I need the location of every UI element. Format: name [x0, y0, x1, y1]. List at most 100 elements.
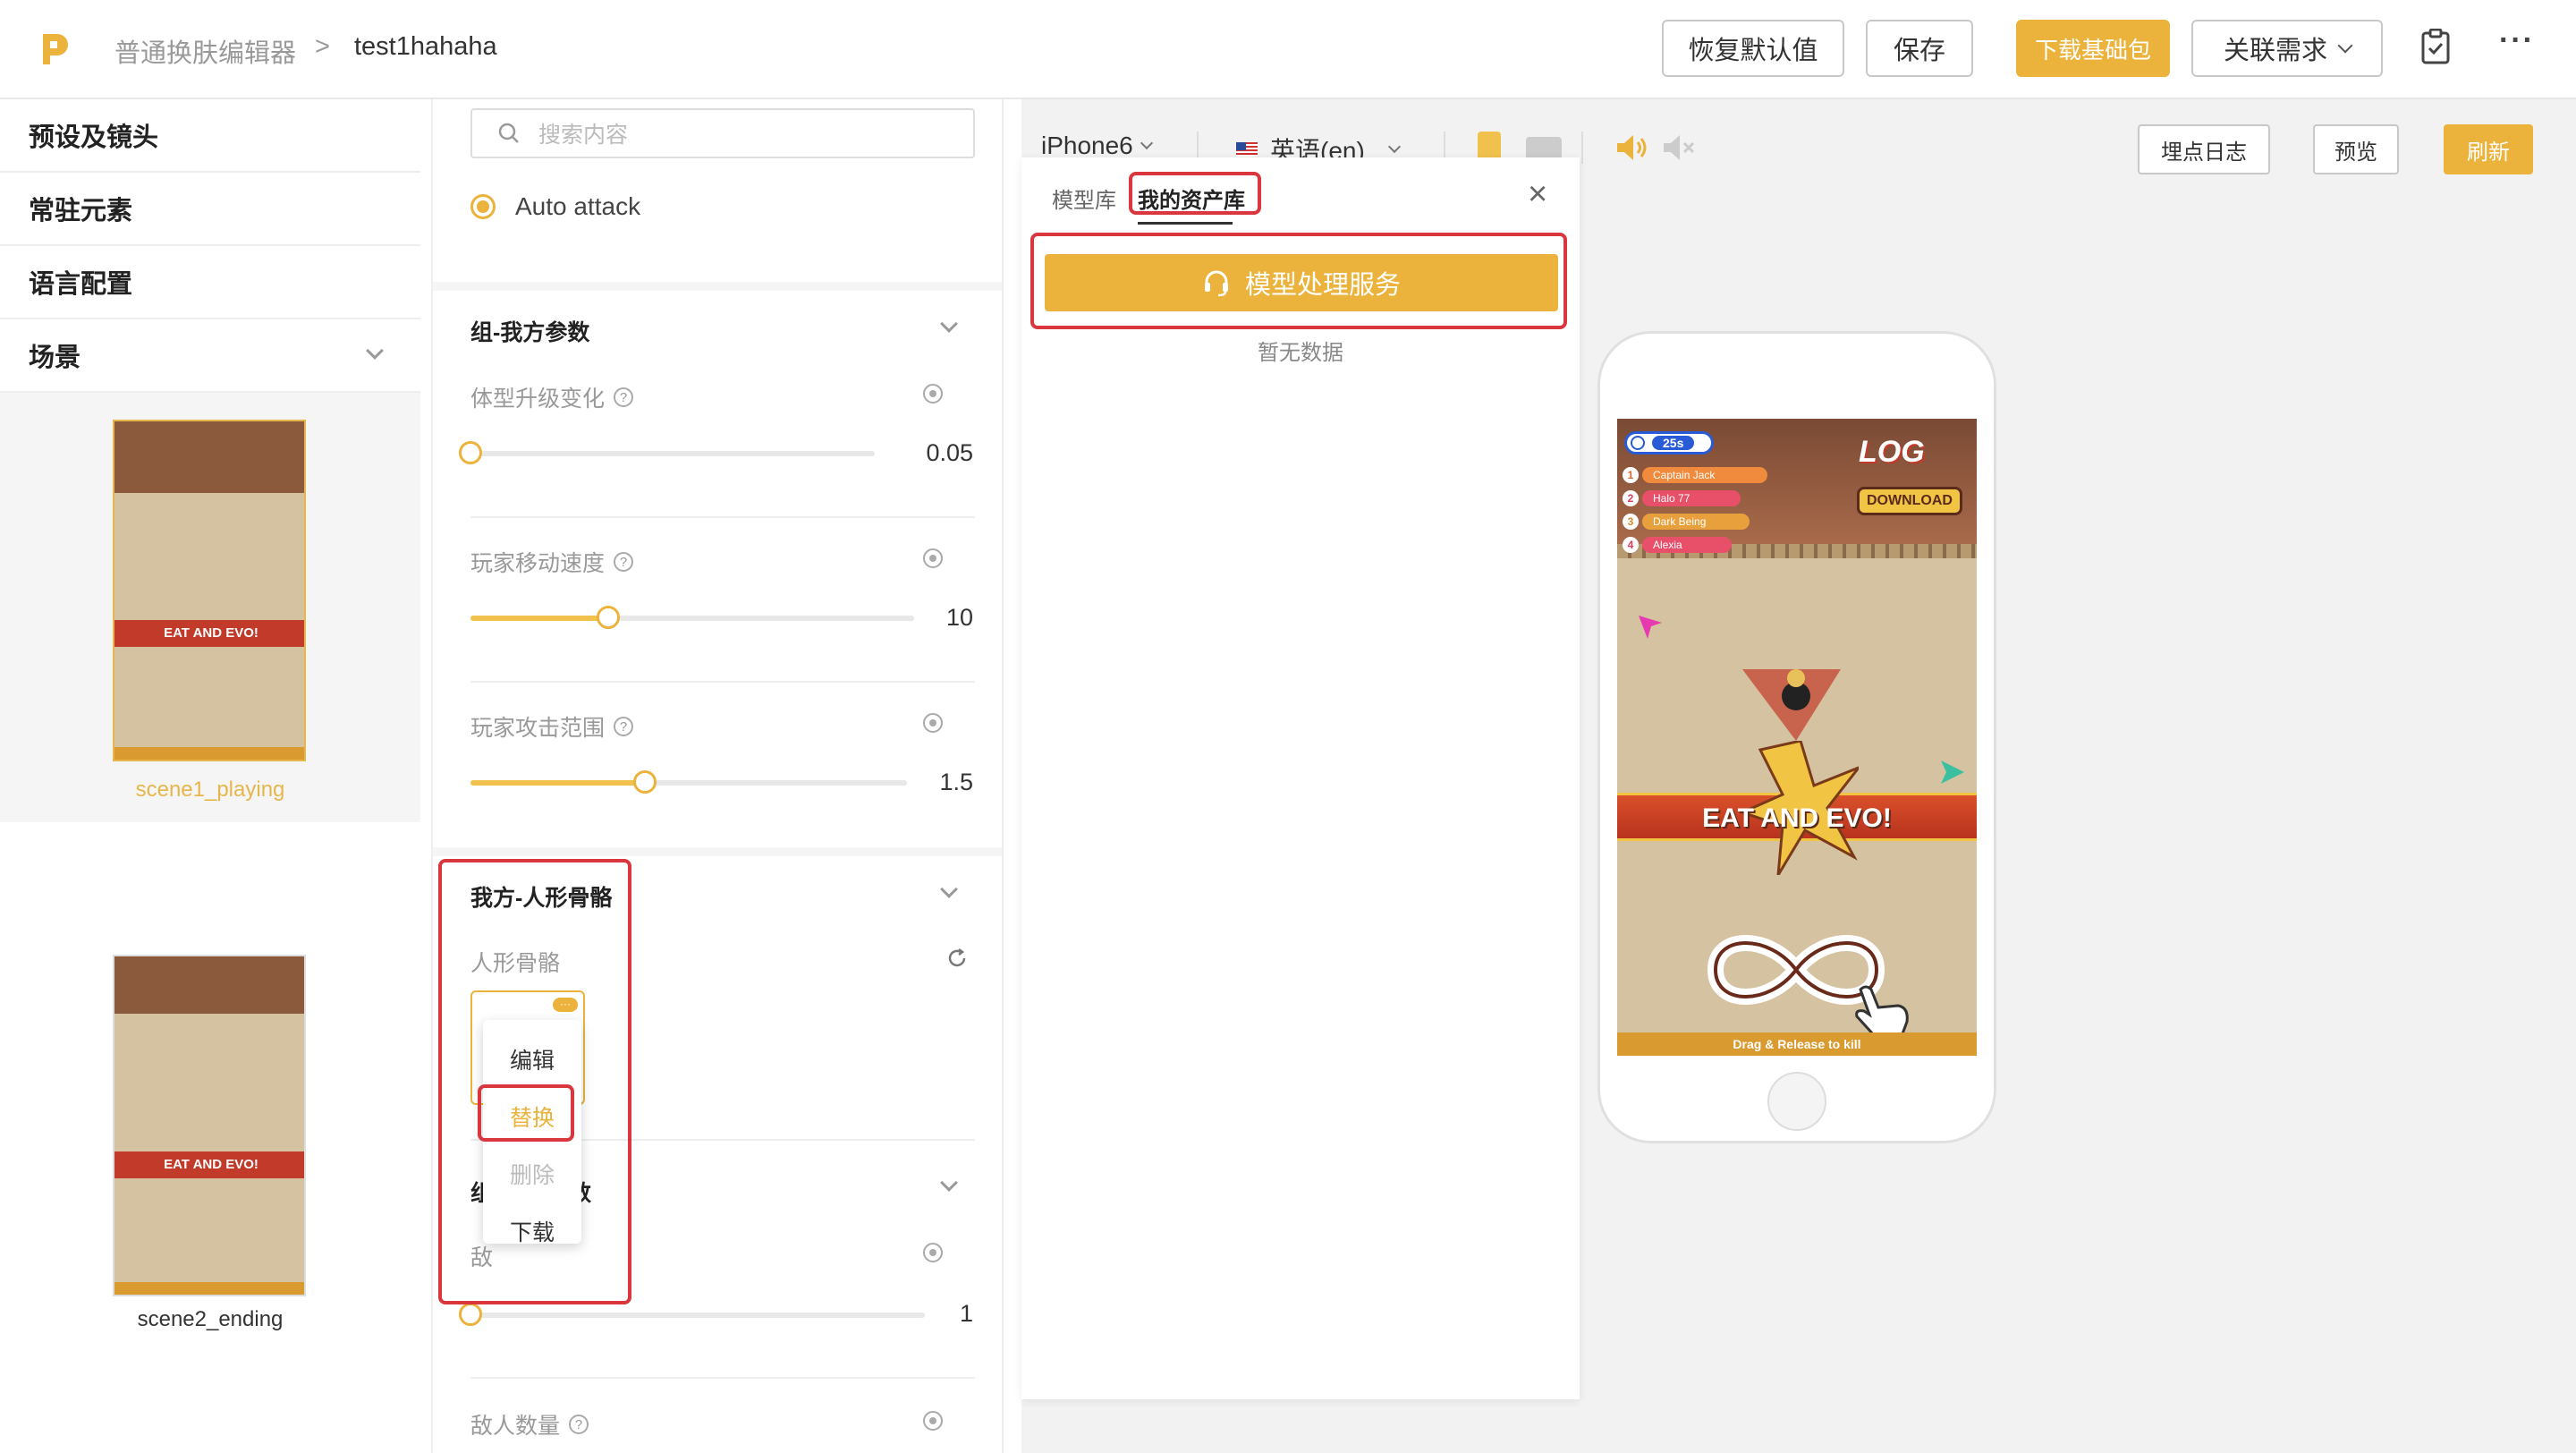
- scene-label: scene2_ending: [137, 1307, 284, 1331]
- auto-attack-radio[interactable]: Auto attack: [470, 192, 640, 221]
- radio-icon: [470, 194, 496, 219]
- slider-handle[interactable]: [596, 606, 620, 629]
- scene-thumbnail: EAT AND EVO!: [113, 420, 306, 761]
- breadcrumb-current: test1hahaha: [354, 32, 497, 61]
- param-value: 10: [945, 604, 973, 631]
- sound-on-icon[interactable]: [1615, 133, 1651, 162]
- search-input[interactable]: 搜索内容: [470, 108, 975, 158]
- device-label: iPhone6: [1041, 132, 1133, 159]
- timer-text: 25s: [1652, 436, 1695, 450]
- leaderboard-entry: Dark Being: [1642, 514, 1750, 530]
- visibility-icon[interactable]: [923, 548, 943, 568]
- slider-body-scale[interactable]: [459, 441, 875, 464]
- visibility-icon[interactable]: [923, 1243, 943, 1262]
- slider-fill: [470, 780, 646, 786]
- highlight-box: [1030, 233, 1567, 329]
- refresh-icon[interactable]: [946, 947, 968, 969]
- download-base-button[interactable]: 下载基础包: [2016, 20, 2170, 77]
- chevron-down-icon[interactable]: [940, 880, 958, 898]
- leaderboard-entry: Captain Jack: [1642, 467, 1767, 483]
- empty-state-text: 暂无数据: [1258, 341, 1343, 365]
- preview-button[interactable]: 预览: [2313, 124, 2399, 174]
- param-value: 0.05: [926, 439, 973, 466]
- player-character-icon: [1742, 669, 1841, 741]
- param-label: 玩家移动速度?: [470, 546, 634, 578]
- help-icon[interactable]: ?: [614, 717, 634, 736]
- param-label: 体型升级变化?: [470, 381, 634, 413]
- scene-label: scene1_playing: [135, 777, 285, 802]
- breadcrumb-root[interactable]: 普通换肤编辑器: [114, 32, 296, 70]
- help-icon[interactable]: ?: [569, 1415, 589, 1434]
- group-title-my-params: 组-我方参数: [470, 320, 590, 345]
- timer-badge: 25s: [1624, 431, 1714, 455]
- tab-model-library[interactable]: 模型库: [1052, 183, 1116, 214]
- left-sidebar: 预设及镜头 常驻元素 语言配置 场景 EAT AND EVO! scene1_p…: [0, 99, 420, 1453]
- radio-label: Auto attack: [515, 192, 641, 220]
- reset-default-button[interactable]: 恢复默认值: [1662, 20, 1844, 77]
- close-icon[interactable]: ×: [1528, 175, 1547, 214]
- scene-card-ending[interactable]: EAT AND EVO! scene2_ending: [0, 822, 420, 1359]
- refresh-button[interactable]: 刷新: [2444, 124, 2533, 174]
- help-icon[interactable]: ?: [614, 552, 634, 572]
- help-icon[interactable]: ?: [614, 387, 634, 407]
- slider-attack-range[interactable]: [470, 770, 907, 794]
- slider-handle[interactable]: [459, 441, 482, 464]
- device-select[interactable]: iPhone6: [1041, 132, 1153, 160]
- us-flag-icon: [1236, 142, 1258, 157]
- refresh-label: 刷新: [2467, 140, 2510, 165]
- slider-handle[interactable]: [633, 770, 657, 794]
- home-button[interactable]: [1767, 1072, 1826, 1131]
- leaderboard-entry: Halo 77: [1642, 490, 1741, 506]
- sidebar-item-language[interactable]: 语言配置: [0, 246, 420, 319]
- leaderboard: 1 Captain Jack 2 Halo 77 3 Dark Being 4 Alex…: [1623, 463, 1767, 557]
- chevron-down-icon: [366, 342, 384, 360]
- slider-handle[interactable]: [459, 1303, 482, 1326]
- thumbnail-banner: EAT AND EVO!: [114, 620, 304, 647]
- visibility-icon[interactable]: [923, 1411, 943, 1431]
- chevron-down-icon[interactable]: [940, 315, 958, 333]
- sidebar-item-label: 预设及镜头: [29, 123, 159, 152]
- game-logo: LOG: [1859, 435, 1925, 469]
- highlight-box: [438, 859, 631, 1304]
- game-footer-text: Drag & Release to kill: [1617, 1032, 1977, 1056]
- param-label: 敌人数量?: [470, 1408, 589, 1440]
- param-label: 玩家攻击范围?: [470, 710, 634, 743]
- top-bar: 普通换肤编辑器 > test1hahaha 恢复默认值 保存 下载基础包 关联需…: [0, 0, 2576, 99]
- save-button[interactable]: 保存: [1866, 20, 1973, 77]
- scene-card-playing[interactable]: EAT AND EVO! scene1_playing: [0, 393, 420, 822]
- param-label-text: 体型升级变化: [470, 387, 606, 412]
- param-label-text: 玩家移动速度: [470, 551, 606, 576]
- param-label-text: 敌人数量: [470, 1414, 561, 1439]
- event-log-label: 埋点日志: [2161, 140, 2247, 165]
- more-options-icon[interactable]: ···: [2499, 23, 2535, 58]
- sidebar-item-scenes[interactable]: 场景: [0, 319, 420, 393]
- rank-number: 2: [1623, 490, 1639, 506]
- related-requirements-dropdown[interactable]: 关联需求: [2191, 20, 2383, 77]
- chevron-down-icon: [2337, 38, 2353, 54]
- param-label-text: 玩家攻击范围: [470, 716, 606, 741]
- thumbnail-banner: EAT AND EVO!: [114, 1151, 304, 1178]
- highlight-box: [478, 1084, 574, 1142]
- visibility-icon[interactable]: [923, 713, 943, 733]
- param-value: 1: [959, 1300, 973, 1327]
- game-banner: EAT AND EVO!: [1702, 803, 1892, 833]
- event-log-button[interactable]: 埋点日志: [2138, 124, 2270, 174]
- rank-number: 3: [1623, 514, 1639, 530]
- clipboard-check-icon[interactable]: [2420, 29, 2451, 64]
- app-logo-icon: [43, 34, 68, 64]
- related-requirements-label: 关联需求: [2223, 37, 2327, 65]
- slider-move-speed[interactable]: [470, 606, 914, 629]
- sidebar-item-resident-elements[interactable]: 常驻元素: [0, 173, 420, 246]
- slider-enemy-param[interactable]: [459, 1303, 925, 1326]
- asset-library-panel: 模型库 我的资产库 × 模型处理服务 暂无数据: [1021, 157, 1580, 1399]
- scene-thumbnail: EAT AND EVO!: [113, 955, 306, 1296]
- visibility-icon[interactable]: [923, 384, 943, 404]
- game-preview-screen[interactable]: 25s 1 Captain Jack 2 Halo 77 3 Dark Being 4…: [1617, 419, 1977, 1056]
- rank-number: 1: [1623, 467, 1639, 483]
- green-arrow-icon: [1941, 760, 1964, 784]
- download-badge[interactable]: DOWNLOAD: [1857, 487, 1962, 515]
- mute-icon[interactable]: [1662, 133, 1698, 162]
- sidebar-item-presets[interactable]: 预设及镜头: [0, 99, 420, 173]
- chevron-down-icon[interactable]: [940, 1174, 958, 1192]
- chevron-down-icon: [1140, 136, 1153, 150]
